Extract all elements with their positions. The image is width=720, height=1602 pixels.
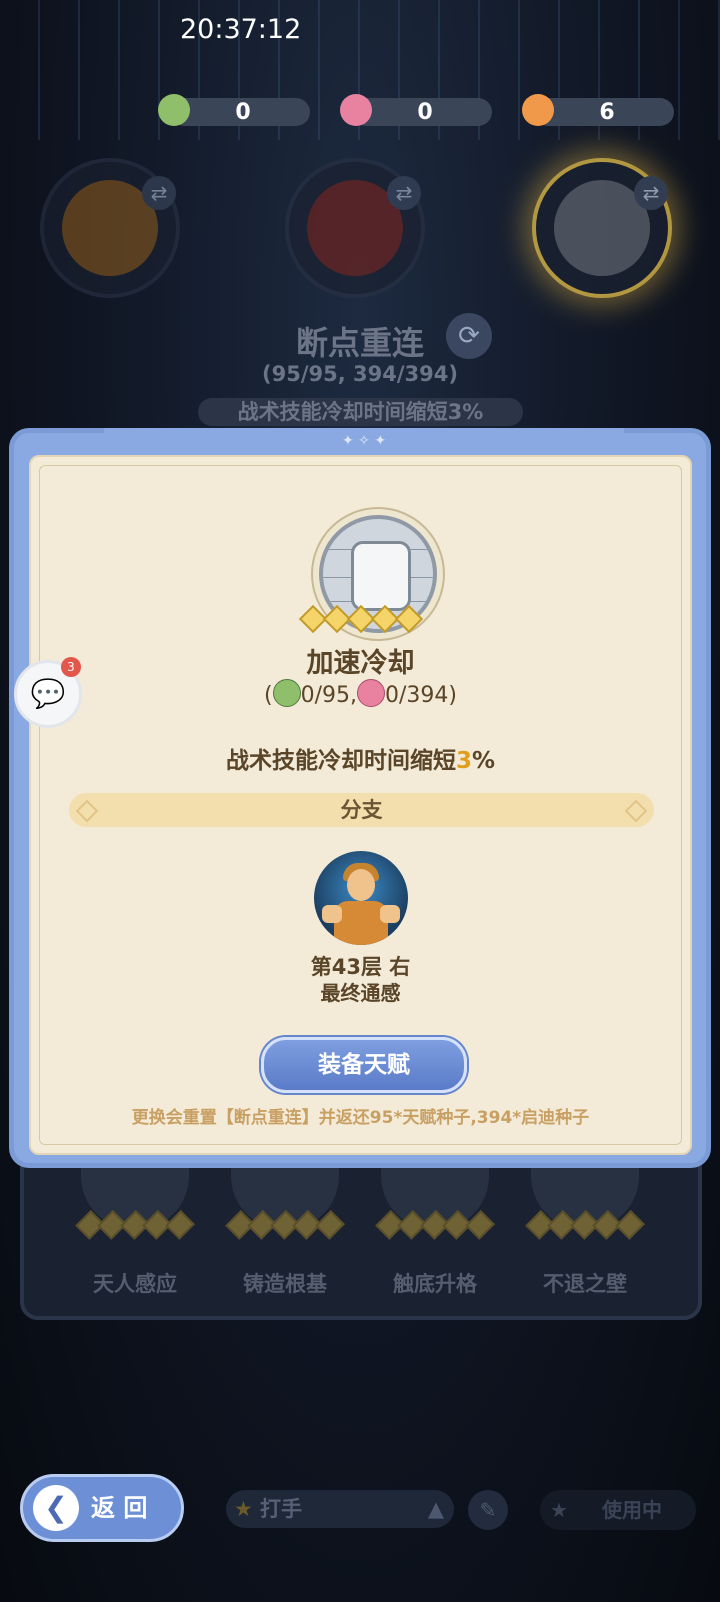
green-seed-icon bbox=[272, 679, 301, 707]
resource-pink-seed: 0 bbox=[340, 94, 492, 126]
branch-name: 最终通感 bbox=[320, 981, 401, 1005]
green-seed-icon bbox=[158, 94, 190, 126]
cost-pink: 0/394) bbox=[385, 683, 457, 708]
rank-diamonds bbox=[225, 1210, 345, 1240]
reset-warning: 更换会重置【断点重连】并返还95*天赋种子,394*启迪种子 bbox=[131, 1108, 590, 1128]
tree-node-1[interactable]: 天人感应 bbox=[75, 1160, 195, 1298]
skill-description: 战术技能冷却时间缩短3% bbox=[31, 741, 690, 775]
chat-badge: 3 bbox=[61, 657, 81, 677]
desc-unit: % bbox=[471, 748, 496, 774]
star-icon: ★ bbox=[550, 1498, 568, 1522]
triangle-up-icon: ▲ bbox=[427, 1497, 444, 1521]
diamond-ornament-icon bbox=[75, 799, 99, 823]
refresh-icon[interactable]: ⟳ bbox=[446, 313, 492, 359]
fist-icon bbox=[351, 541, 411, 611]
background-skill-cost: (95/95, 394/394) bbox=[262, 362, 458, 386]
branch-label: 分支 bbox=[340, 798, 383, 822]
tree-node-4[interactable]: 不退之壁 bbox=[525, 1160, 645, 1298]
resource-value: 0 bbox=[417, 99, 433, 125]
modal-card: 加速冷却 (0/95, 0/394) 战术技能冷却时间缩短3% 分支 第43层 右… bbox=[29, 455, 692, 1155]
resource-orange-seed: 6 bbox=[522, 94, 674, 126]
tree-node-2[interactable]: 铸造根基 bbox=[225, 1160, 345, 1298]
rank-diamonds bbox=[75, 1210, 195, 1240]
rank-diamonds bbox=[31, 604, 690, 634]
back-label: 返 回 bbox=[91, 1494, 148, 1522]
rank-diamonds bbox=[525, 1210, 645, 1240]
diamond-ornament-icon bbox=[624, 799, 648, 823]
edit-pencil-icon[interactable]: ✎ bbox=[468, 1490, 508, 1530]
modal-ornament: ✦ ✧ ✦ bbox=[104, 428, 624, 456]
talent-slot-3[interactable]: ⇄ bbox=[532, 158, 672, 298]
swap-icon[interactable]: ⇄ bbox=[387, 176, 421, 210]
tree-node-label: 铸造根基 bbox=[243, 1272, 327, 1296]
orange-seed-icon bbox=[522, 94, 554, 126]
rank-diamonds bbox=[375, 1210, 495, 1240]
preset-label: 打手 bbox=[260, 1497, 302, 1521]
equip-talent-button[interactable]: 装备天赋 bbox=[261, 1037, 467, 1093]
tree-node-label: 不退之壁 bbox=[543, 1272, 627, 1296]
star-icon: ★ bbox=[234, 1497, 253, 1521]
tree-node-label: 触底升格 bbox=[393, 1272, 477, 1296]
chat-button[interactable]: 💬 3 bbox=[14, 657, 82, 728]
resource-value: 6 bbox=[599, 99, 615, 125]
background-skill-desc: 战术技能冷却时间缩短3% bbox=[198, 398, 523, 426]
back-button[interactable]: ❮ 返 回 bbox=[20, 1474, 184, 1542]
swap-icon[interactable]: ⇄ bbox=[634, 176, 668, 210]
pink-seed-icon bbox=[357, 679, 385, 707]
back-arrow-icon: ❮ bbox=[33, 1485, 79, 1531]
talent-slot-1[interactable]: ⇄ bbox=[40, 158, 180, 298]
cost-green: 0/95, bbox=[300, 683, 357, 708]
desc-text: 战术技能冷却时间缩短 bbox=[225, 748, 456, 774]
skill-cost: (0/95, 0/394) bbox=[31, 679, 690, 708]
in-use-button[interactable]: ★ 使用中 bbox=[540, 1490, 696, 1530]
status-clock: 20:37:12 bbox=[180, 14, 302, 45]
tree-node-label: 天人感应 bbox=[93, 1272, 177, 1296]
in-use-label: 使用中 bbox=[602, 1498, 662, 1522]
desc-value: 3 bbox=[455, 748, 472, 774]
branch-character-avatar[interactable] bbox=[314, 851, 408, 945]
tree-node-3[interactable]: 触底升格 bbox=[375, 1160, 495, 1298]
chat-bubble-icon: 💬 bbox=[30, 677, 66, 710]
talent-detail-modal: ✦ ✧ ✦ 加速冷却 (0/95, 0/394) 战术技能冷却时间缩短3% 分支 … bbox=[9, 428, 711, 1168]
swap-icon[interactable]: ⇄ bbox=[142, 176, 176, 210]
pink-seed-icon bbox=[340, 94, 372, 126]
preset-selector[interactable]: ★ 打手 ▲ bbox=[226, 1490, 454, 1528]
cost-open: ( bbox=[264, 683, 273, 708]
branch-header: 分支 bbox=[69, 793, 654, 827]
skill-name: 加速冷却 bbox=[306, 648, 415, 679]
resource-value: 0 bbox=[235, 99, 251, 125]
background-skill-title: 断点重连 bbox=[295, 324, 424, 362]
talent-slot-2[interactable]: ⇄ bbox=[285, 158, 425, 298]
resource-green-seed: 0 bbox=[158, 94, 310, 126]
